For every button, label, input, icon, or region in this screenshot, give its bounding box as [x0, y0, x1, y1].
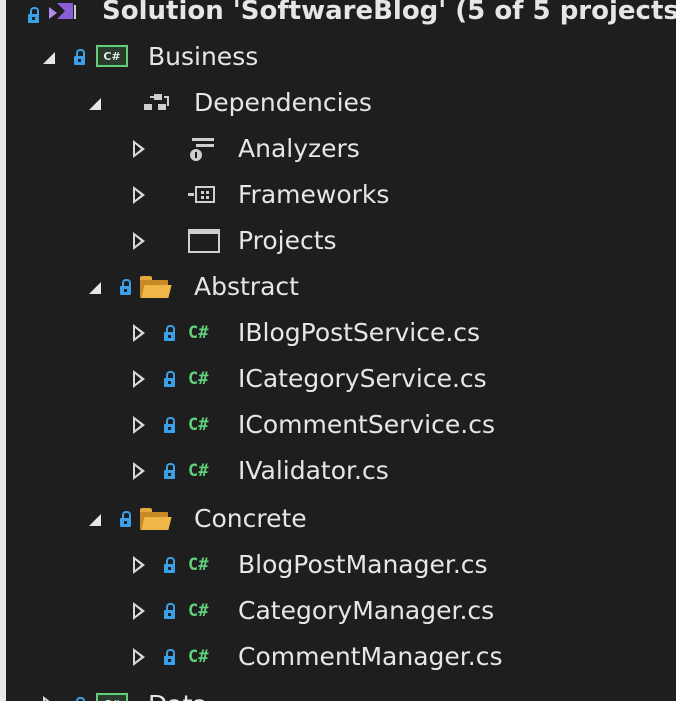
tree-label-analyzers: Analyzers — [238, 134, 360, 163]
tree-label-business: Business — [148, 42, 259, 71]
lock-icon — [163, 416, 175, 433]
collapse-arrow-icon[interactable] — [89, 98, 101, 110]
expand-arrow-icon[interactable] — [43, 696, 55, 701]
tree-row-file[interactable]: C# IBlogPostService.cs — [6, 310, 676, 356]
expand-arrow-icon[interactable] — [133, 324, 145, 342]
tree-label-file: CategoryManager.cs — [238, 596, 495, 625]
expand-arrow-icon[interactable] — [133, 648, 145, 666]
solution-label: Solution 'SoftwareBlog' (5 of 5 projects… — [102, 0, 676, 26]
tree-label-file: CommentManager.cs — [238, 642, 503, 671]
expand-arrow-icon[interactable] — [133, 140, 145, 158]
tree-row-analyzers[interactable]: Analyzers — [6, 126, 676, 172]
expand-arrow-icon[interactable] — [133, 186, 145, 204]
tree-row-data[interactable]: C# Data — [6, 682, 676, 701]
lock-icon — [163, 324, 175, 341]
tree-row-projects[interactable]: Projects — [6, 218, 676, 264]
tree-label-projects: Projects — [238, 226, 337, 255]
tree-row-dependencies[interactable]: Dependencies — [6, 80, 676, 126]
tree-row-file[interactable]: C# IValidator.cs — [6, 448, 676, 494]
lock-icon — [27, 6, 39, 23]
tree-label-frameworks: Frameworks — [238, 180, 390, 209]
tree-row-frameworks[interactable]: Frameworks — [6, 172, 676, 218]
expand-arrow-icon[interactable] — [133, 602, 145, 620]
lock-icon — [163, 370, 175, 387]
tree-label-file: IBlogPostService.cs — [238, 318, 481, 347]
projects-icon — [188, 229, 220, 253]
csharp-file-icon: C# — [188, 555, 209, 575]
tree-label-abstract: Abstract — [194, 272, 299, 301]
tree-row-file[interactable]: C# ICommentService.cs — [6, 402, 676, 448]
tree-label-file: IValidator.cs — [238, 456, 389, 485]
csharp-file-icon: C# — [188, 601, 209, 621]
collapse-arrow-icon[interactable] — [43, 52, 55, 64]
tree-label-file: ICommentService.cs — [238, 410, 495, 439]
tree-label-file: BlogPostManager.cs — [238, 550, 488, 579]
tree-row-file[interactable]: C# BlogPostManager.cs — [6, 542, 676, 588]
csharp-project-icon: C# — [96, 45, 128, 67]
tree-label-data: Data — [148, 682, 208, 701]
csharp-file-icon: C# — [188, 461, 209, 481]
tree-row-file[interactable]: C# CommentManager.cs — [6, 634, 676, 680]
folder-icon — [140, 276, 172, 298]
solution-explorer-tree: Solution 'SoftwareBlog' (5 of 5 projects… — [6, 0, 676, 701]
frameworks-icon — [186, 185, 218, 205]
tree-row-file[interactable]: C# CategoryManager.cs — [6, 588, 676, 634]
collapse-arrow-icon[interactable] — [89, 282, 101, 294]
tree-row-file[interactable]: C# ICategoryService.cs — [6, 356, 676, 402]
lock-icon — [163, 602, 175, 619]
tree-row-business[interactable]: C# Business — [6, 34, 676, 80]
expand-arrow-icon[interactable] — [133, 232, 145, 250]
solution-icon — [46, 0, 78, 26]
lock-icon — [119, 278, 131, 295]
tree-row-abstract-folder[interactable]: Abstract — [6, 264, 676, 310]
csharp-project-icon: C# — [96, 693, 128, 701]
lock-icon — [119, 510, 131, 527]
lock-icon — [163, 462, 175, 479]
analyzers-icon — [186, 136, 218, 164]
csharp-file-icon: C# — [188, 415, 209, 435]
tree-label-concrete: Concrete — [194, 504, 307, 533]
lock-icon — [163, 556, 175, 573]
tree-label-file: ICategoryService.cs — [238, 364, 487, 393]
collapse-arrow-icon[interactable] — [89, 514, 101, 526]
dependencies-icon — [140, 92, 172, 114]
folder-icon — [140, 508, 172, 530]
tree-row-solution[interactable]: Solution 'SoftwareBlog' (5 of 5 projects… — [6, 0, 676, 34]
lock-icon — [163, 648, 175, 665]
tree-label-dependencies: Dependencies — [194, 88, 372, 117]
lock-icon — [73, 48, 85, 65]
csharp-file-icon: C# — [188, 369, 209, 389]
expand-arrow-icon[interactable] — [133, 556, 145, 574]
csharp-file-icon: C# — [188, 647, 209, 667]
expand-arrow-icon[interactable] — [133, 370, 145, 388]
expand-arrow-icon[interactable] — [133, 416, 145, 434]
csharp-file-icon: C# — [188, 323, 209, 343]
expand-arrow-icon[interactable] — [133, 462, 145, 480]
tree-row-concrete-folder[interactable]: Concrete — [6, 496, 676, 542]
